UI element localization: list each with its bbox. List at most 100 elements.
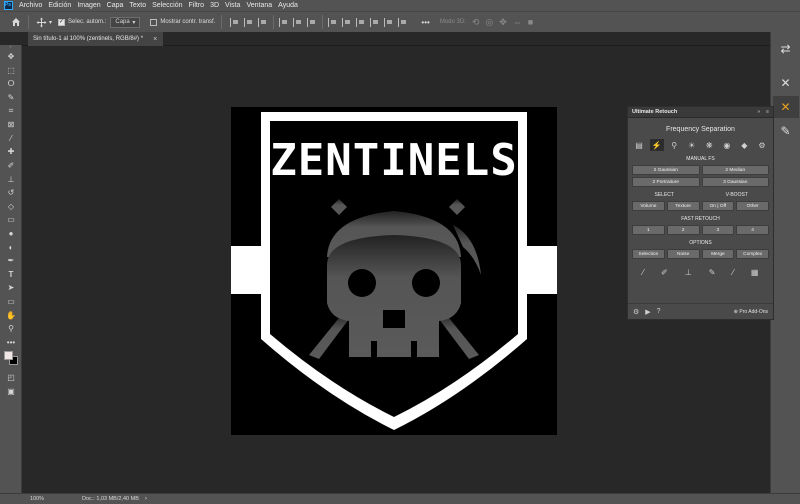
photoshop-logo[interactable]: Ps: [0, 0, 16, 11]
type-tool-icon[interactable]: T: [0, 268, 22, 282]
close-icon[interactable]: ×: [153, 36, 157, 43]
gem-mode-icon[interactable]: ◆: [737, 139, 751, 151]
dodge-tool-icon[interactable]: ◐: [0, 240, 22, 254]
more-options-icon[interactable]: •••: [421, 18, 429, 27]
pan-3d-icon[interactable]: ✥: [499, 17, 507, 28]
volume-button[interactable]: Volume: [632, 201, 665, 211]
roll-3d-icon[interactable]: ◎: [485, 17, 493, 28]
texture-button[interactable]: Texture: [666, 201, 700, 211]
crop-tool-icon[interactable]: ⌗: [0, 104, 22, 118]
menu-vista[interactable]: Vista: [222, 2, 243, 9]
fast-retouch-1-button[interactable]: 1: [632, 225, 665, 235]
zoom-tool-icon[interactable]: ⚲: [0, 322, 22, 336]
camera-3d-icon[interactable]: ■: [528, 17, 533, 27]
smudge-brush-icon[interactable]: ✐: [661, 268, 668, 277]
noise-button[interactable]: Noise: [666, 249, 700, 259]
pencil-icon[interactable]: ✎: [709, 268, 716, 277]
pro-addons-link[interactable]: ⊕ Pro Add-Ons: [734, 309, 768, 315]
help-icon[interactable]: ?: [657, 308, 661, 315]
quick-mask-icon[interactable]: ◰: [0, 371, 22, 385]
brush-icon[interactable]: ⁄: [643, 268, 644, 277]
menu-archivo[interactable]: Archivo: [16, 2, 45, 9]
settings-icon[interactable]: ⚙: [633, 308, 639, 316]
eyedropper-tool-icon[interactable]: ⁄: [0, 132, 22, 146]
menu-filtro[interactable]: Filtro: [186, 2, 208, 9]
frequency-mode-icon[interactable]: ⚡: [649, 139, 664, 151]
light-mode-icon[interactable]: ☀: [685, 139, 699, 151]
other-button[interactable]: Other: [736, 201, 769, 211]
distribute-center-icon[interactable]: [384, 17, 393, 27]
rectangle-tool-icon[interactable]: ▭: [0, 295, 22, 309]
move-tool-icon[interactable]: ✥: [0, 50, 22, 64]
gradient-tool-icon[interactable]: ▭: [0, 213, 22, 227]
foreground-color-swatch[interactable]: [4, 351, 13, 361]
distribute-middle-icon[interactable]: [342, 17, 351, 27]
distribute-bottom-icon[interactable]: [356, 17, 365, 27]
fast-retouch-3-button[interactable]: 3: [701, 225, 735, 235]
status-menu-arrow[interactable]: ›: [145, 496, 147, 502]
lasso-tool-icon[interactable]: ⵔ: [0, 77, 22, 91]
move-tool-preset-icon[interactable]: [35, 16, 47, 28]
tools-cross-icon[interactable]: ✕: [773, 72, 799, 94]
properties-icon[interactable]: ⇄: [773, 38, 799, 60]
healing-brush-tool-icon[interactable]: ✚: [0, 145, 22, 159]
menu-3d[interactable]: 3D: [207, 2, 222, 9]
align-center-icon[interactable]: [244, 17, 253, 27]
align-middle-icon[interactable]: [293, 17, 302, 27]
orbit-3d-icon[interactable]: ⟲: [472, 17, 480, 28]
distribute-left-icon[interactable]: [370, 17, 379, 27]
collapse-panel-icon[interactable]: »: [757, 109, 760, 115]
zoom-level[interactable]: 100%: [30, 496, 70, 502]
color-mode-icon[interactable]: ❋: [702, 139, 716, 151]
menu-capa[interactable]: Capa: [104, 2, 127, 9]
auto-select-checkbox[interactable]: ✓: [58, 18, 66, 26]
complex-button[interactable]: Complex: [736, 249, 769, 259]
home-icon[interactable]: [10, 16, 22, 28]
document-canvas[interactable]: ZENTINELS: [231, 107, 557, 435]
panel-menu-icon[interactable]: ≡: [766, 109, 769, 115]
history-brush-tool-icon[interactable]: ↺: [0, 186, 22, 200]
chevron-down-icon[interactable]: ▾: [49, 19, 52, 26]
brush-tool-icon[interactable]: ✐: [0, 159, 22, 173]
align-left-icon[interactable]: [230, 17, 239, 27]
auto-select-option[interactable]: ✓ Selec. autom.:: [58, 18, 106, 26]
menu-ayuda[interactable]: Ayuda: [275, 2, 301, 9]
ultimate-retouch-icon[interactable]: ✕: [772, 96, 799, 118]
portraiture-2-button[interactable]: 2 Portraiture: [632, 177, 700, 187]
chip-icon[interactable]: ▦: [751, 268, 759, 277]
menu-ventana[interactable]: Ventana: [243, 2, 275, 9]
eraser-icon[interactable]: ⁄: [733, 268, 734, 277]
hand-tool-icon[interactable]: ✋: [0, 308, 22, 322]
more-tools-icon[interactable]: •••: [0, 335, 22, 349]
selection-button[interactable]: Selection: [632, 249, 665, 259]
median-2-button[interactable]: 2 Median: [701, 165, 769, 175]
document-tab[interactable]: Sin título-1 al 100% (zentinels, RGB/8#)…: [28, 32, 164, 46]
screen-mode-icon[interactable]: ▣: [0, 385, 22, 399]
clone-stamp-tool-icon[interactable]: ⊥: [0, 172, 22, 186]
fast-retouch-2-button[interactable]: 2: [666, 225, 700, 235]
stamp-icon[interactable]: ⊥: [685, 268, 692, 277]
marquee-tool-icon[interactable]: ⬚: [0, 64, 22, 78]
edit-icon[interactable]: ✎: [773, 120, 799, 142]
search-mode-icon[interactable]: ⚲: [667, 139, 681, 151]
slide-3d-icon[interactable]: ⇔: [513, 17, 522, 27]
align-right-icon[interactable]: [258, 17, 267, 27]
lens-mode-icon[interactable]: ◉: [720, 139, 734, 151]
pen-tool-icon[interactable]: ✒: [0, 254, 22, 268]
menu-texto[interactable]: Texto: [126, 2, 149, 9]
settings-mode-icon[interactable]: ⚙: [755, 139, 769, 151]
distribute-top-icon[interactable]: [328, 17, 337, 27]
gaussian-2-button[interactable]: 2 Gaussian: [632, 165, 700, 175]
menu-edicion[interactable]: Edición: [45, 2, 74, 9]
video-icon[interactable]: ▶: [645, 308, 650, 316]
quick-select-tool-icon[interactable]: ✎: [0, 91, 22, 105]
path-select-tool-icon[interactable]: ➤: [0, 281, 22, 295]
eraser-tool-icon[interactable]: ◇: [0, 200, 22, 214]
on-off-button[interactable]: On | Off: [701, 201, 735, 211]
menu-imagen[interactable]: Imagen: [74, 2, 103, 9]
color-swatches[interactable]: [0, 349, 22, 371]
show-transform-option[interactable]: Mostrar contr. transf.: [150, 18, 215, 26]
merge-button[interactable]: Merge: [701, 249, 735, 259]
gaussian-3-button[interactable]: 3 Gaussian: [701, 177, 769, 187]
align-bottom-icon[interactable]: [307, 17, 316, 27]
